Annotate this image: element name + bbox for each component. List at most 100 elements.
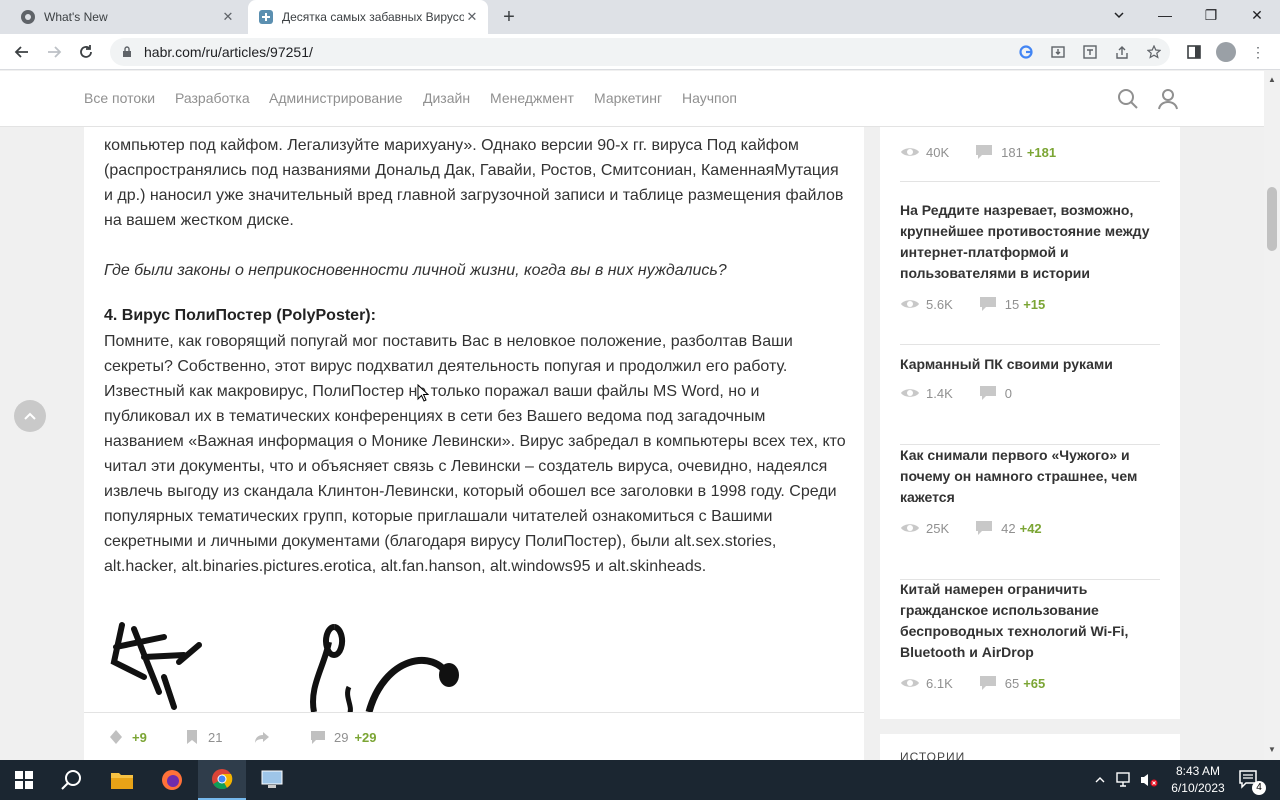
nav-management[interactable]: Менеджмент [490, 90, 574, 106]
nav-all-flows[interactable]: Все потоки [84, 90, 155, 106]
tab-strip: What's New ✕ Десятка самых забавных Виру… [0, 0, 1280, 34]
comment-icon [979, 297, 996, 311]
post-meta: 25K 42 +42 [900, 520, 1042, 536]
share-arrow-icon [255, 732, 269, 743]
scrollbar-thumb[interactable] [1267, 187, 1277, 251]
comment-icon [976, 521, 993, 535]
nav-development[interactable]: Разработка [175, 90, 250, 106]
post-title[interactable]: Карманный ПК своими руками [900, 354, 1160, 375]
address-bar[interactable]: habr.com/ru/articles/97251/ [110, 38, 1170, 66]
search-button[interactable] [48, 760, 96, 800]
views-icon [901, 389, 919, 397]
post-meta: 1.4K 0 [900, 385, 1012, 401]
back-arrow-icon[interactable] [8, 38, 36, 66]
firefox-icon [162, 770, 182, 790]
comments-count: 15 [1004, 296, 1020, 312]
new-tab-button[interactable]: + [498, 6, 520, 28]
post-meta: 5.6K 15 +15 [900, 296, 1045, 312]
user-icon[interactable] [1157, 88, 1179, 110]
article-illustration [104, 617, 484, 717]
page-scrollbar[interactable]: ▲ ▼ [1264, 71, 1280, 760]
views-icon [901, 300, 919, 308]
windows-logo-icon [15, 771, 33, 789]
close-icon[interactable]: ✕ [220, 9, 236, 25]
forward-arrow-icon[interactable] [40, 38, 68, 66]
tab-search-icon[interactable] [1096, 0, 1142, 30]
views-count: 5.6K [926, 296, 953, 312]
network-icon[interactable] [1116, 760, 1134, 800]
sidebar-post[interactable]: Китай намерен ограничить гражданское исп… [900, 579, 1160, 719]
share-icon[interactable] [1112, 42, 1132, 62]
tab-title: What's New [44, 10, 108, 24]
reload-icon[interactable] [72, 38, 100, 66]
restore-button[interactable]: ❐ [1188, 0, 1234, 30]
bookmark-icon [187, 730, 197, 744]
comments-counter[interactable]: 29 +29 [310, 729, 377, 745]
comment-count: 29 [334, 729, 349, 745]
google-icon[interactable] [1016, 42, 1036, 62]
vote-counter[interactable]: +9 [108, 729, 147, 745]
scroll-to-top-button[interactable] [14, 400, 46, 432]
nav-administration[interactable]: Администрирование [269, 90, 403, 106]
web-page: Все потоки Разработка Администрирование … [0, 71, 1264, 760]
post-title[interactable]: Как снимали первого «Чужого» и почему он… [900, 445, 1160, 508]
nav-design[interactable]: Дизайн [423, 90, 470, 106]
post-meta: 40K 181 +181 [900, 144, 1056, 160]
comments-count: 42 [1001, 520, 1016, 536]
scroll-down-arrow-icon[interactable]: ▼ [1267, 745, 1277, 754]
post-title[interactable]: Китай намерен ограничить гражданское исп… [900, 579, 1160, 663]
tab-title: Десятка самых забавных Вирусов [282, 10, 464, 24]
sidebar-post[interactable]: Как снимали первого «Чужого» и почему он… [900, 445, 1160, 580]
rating-icon [110, 730, 122, 744]
tab-article[interactable]: Десятка самых забавных Вирусов ✕ [248, 0, 488, 34]
post-meta: 6.1K 65 +65 [900, 675, 1045, 691]
nav-popsci[interactable]: Научпоп [682, 90, 737, 106]
windows-taskbar: 8:43 AM 6/10/2023 4 [0, 760, 1280, 800]
article-subheading: 4. Вирус ПолиПостер (PolyPoster): [104, 307, 376, 324]
comments-new: +181 [1026, 144, 1057, 160]
share-button[interactable] [254, 729, 278, 745]
comments-count: 0 [1004, 385, 1012, 401]
stories-block: ИСТОРИИ [880, 734, 1180, 760]
firefox-app[interactable] [148, 760, 196, 800]
sidebar-post[interactable]: На Реддите назревает, возможно, крупнейш… [900, 200, 1160, 345]
views-icon [901, 679, 919, 687]
comment-new-count: +29 [354, 729, 377, 745]
minimize-button[interactable]: — [1142, 0, 1188, 30]
system-clock[interactable]: 8:43 AM 6/10/2023 [1160, 763, 1236, 797]
sidebar-post: 40K 181 +181 [900, 127, 1160, 182]
article-paragraph-italic: Где были законы о неприкосновенности лич… [104, 262, 727, 279]
more-menu-icon[interactable]: ⋮ [1246, 40, 1270, 64]
tab-whats-new[interactable]: What's New ✕ [12, 0, 244, 34]
volume-muted-icon[interactable] [1140, 760, 1158, 800]
comment-icon [311, 731, 325, 744]
notification-center-icon[interactable]: 4 [1238, 769, 1266, 795]
translate-icon[interactable] [1080, 42, 1100, 62]
chevron-up-icon [24, 412, 36, 420]
install-icon[interactable] [1048, 42, 1068, 62]
nav-marketing[interactable]: Маркетинг [594, 90, 662, 106]
bookmark-star-icon[interactable] [1144, 42, 1164, 62]
lock-icon[interactable] [120, 45, 134, 59]
views-icon [901, 148, 919, 156]
tray-chevron-icon[interactable] [1094, 760, 1106, 800]
scroll-up-arrow-icon[interactable]: ▲ [1267, 75, 1277, 84]
window-close-button[interactable]: ✕ [1234, 0, 1280, 30]
article-body: компьютер под кайфом. Легализуйте мариху… [84, 127, 864, 717]
virtualbox-app[interactable] [248, 760, 296, 800]
profile-avatar[interactable] [1214, 40, 1238, 64]
bookmark-counter[interactable]: 21 [184, 729, 222, 745]
post-title[interactable]: На Реддите назревает, возможно, крупнейш… [900, 200, 1160, 284]
article-footer: +9 21 29 +29 [84, 712, 864, 760]
file-explorer-app[interactable] [98, 760, 146, 800]
chrome-app[interactable] [198, 760, 246, 800]
views-count: 1.4K [926, 385, 953, 401]
close-icon[interactable]: ✕ [464, 9, 480, 25]
sidebar-post[interactable]: Карманный ПК своими руками 1.4K 0 [900, 354, 1160, 445]
search-icon[interactable] [1117, 88, 1139, 110]
side-panel-icon[interactable] [1182, 40, 1206, 64]
comments-new: +65 [1023, 675, 1046, 691]
comments-new: +15 [1023, 296, 1046, 312]
comments-new: +42 [1019, 520, 1042, 536]
start-button[interactable] [0, 760, 48, 800]
